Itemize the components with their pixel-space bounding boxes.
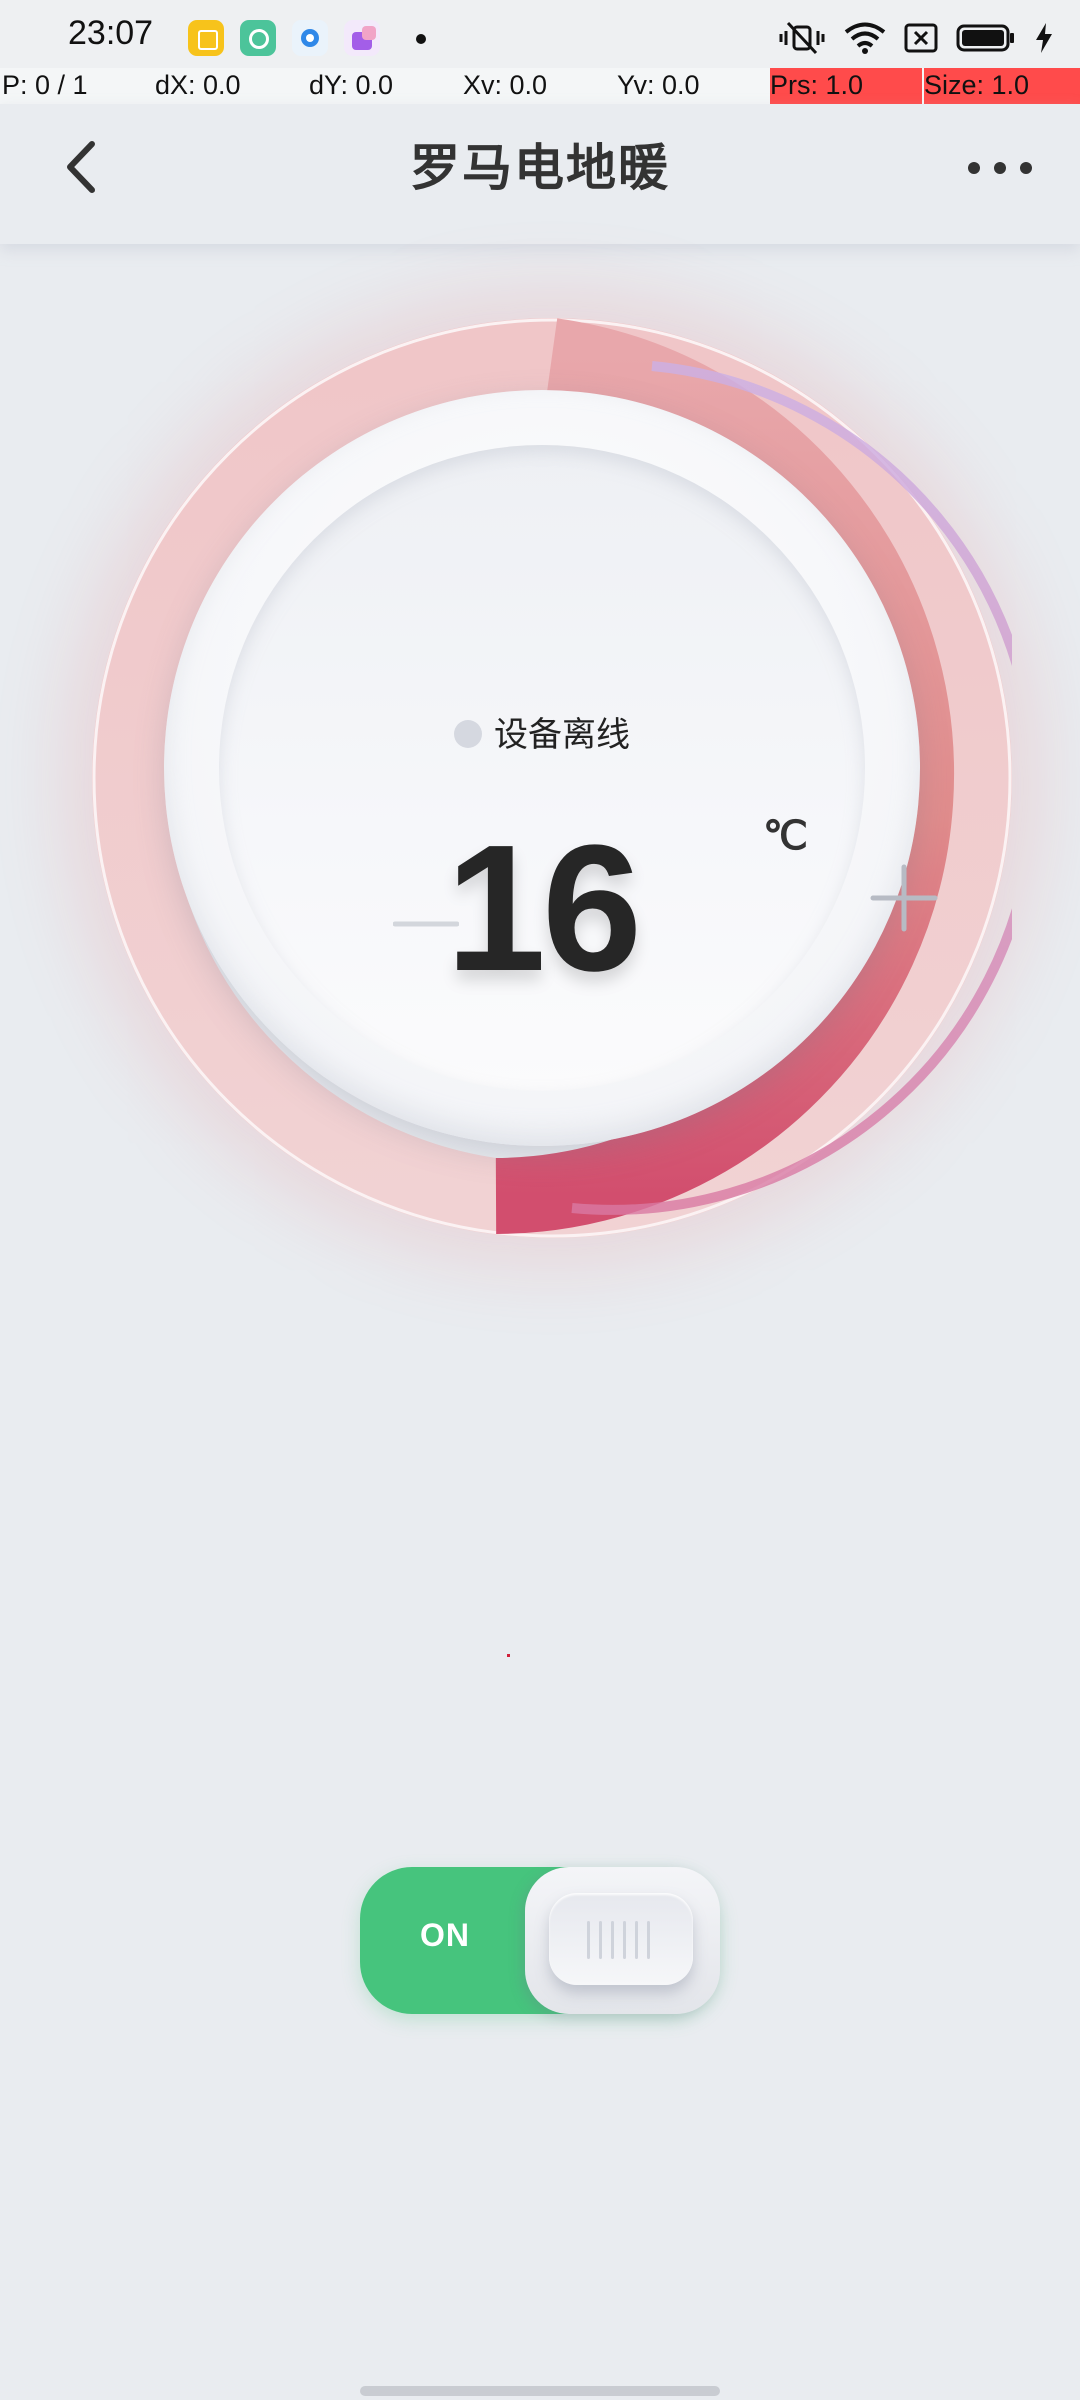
- dial-inner-face: 设备离线 16 ℃: [219, 445, 938, 1091]
- app-screen: 23:07 P: 0 / 1 dX: 0.0 dY: 0.0 Xv: 0.0 Y…: [0, 0, 1080, 2400]
- browser-app-icon: [240, 20, 276, 56]
- power-toggle[interactable]: ON: [360, 1867, 720, 2014]
- page-title: 罗马电地暖: [410, 139, 670, 197]
- toggle-knob[interactable]: [525, 1867, 720, 2014]
- increase-temperature-button[interactable]: [869, 863, 939, 933]
- debug-dy: dY: 0.0: [309, 70, 394, 100]
- vibrate-silent-icon: [779, 21, 825, 55]
- pointer-debug-bar: P: 0 / 1 dX: 0.0 dY: 0.0 Xv: 0.0 Yv: 0.0…: [0, 68, 1080, 104]
- debug-pointer: P: 0 / 1: [2, 70, 88, 100]
- status-bar: 23:07: [0, 0, 1080, 68]
- grip-line: [599, 1921, 602, 1959]
- sim-x-icon: [904, 23, 938, 53]
- grip-line: [647, 1921, 650, 1959]
- plus-icon: [870, 864, 938, 932]
- shopping-app-icon: [344, 20, 380, 56]
- wifi-icon: [844, 22, 886, 54]
- grip-line: [587, 1921, 590, 1959]
- debug-yv: Yv: 0.0: [617, 70, 700, 100]
- circle-app-icon: [292, 20, 328, 56]
- more-dots-icon: [968, 162, 1032, 174]
- battery-icon: [956, 24, 1014, 52]
- device-status-text: 设备离线: [494, 715, 630, 755]
- grip-line: [611, 1921, 614, 1959]
- grip-line: [623, 1921, 626, 1959]
- status-time: 23:07: [68, 14, 154, 52]
- more-options-button[interactable]: [960, 138, 1040, 198]
- home-indicator[interactable]: [360, 2386, 720, 2396]
- toggle-knob-grip: [549, 1893, 693, 1985]
- charging-icon: [1036, 23, 1052, 53]
- app-header: 罗马电地暖: [0, 104, 1080, 244]
- dial-face: 设备离线 16 ℃: [164, 390, 938, 1146]
- debug-xv: Xv: 0.0: [463, 70, 548, 100]
- temperature-unit: ℃: [763, 814, 808, 858]
- thermostat-dial[interactable]: 设备离线 16 ℃: [92, 318, 1012, 1238]
- debug-pressure: Prs: 1.0: [770, 68, 922, 104]
- notes-app-icon: [188, 20, 224, 56]
- offline-indicator-icon: [454, 719, 482, 748]
- debug-size: Size: 1.0: [924, 68, 1080, 104]
- touch-marker: [507, 1654, 510, 1657]
- notification-dot-icon: [416, 34, 426, 44]
- grip-line: [635, 1921, 638, 1959]
- debug-dx: dX: 0.0: [155, 70, 241, 100]
- device-status: 设备离线: [219, 707, 865, 756]
- status-indicators: [778, 18, 1054, 58]
- toggle-label: ON: [420, 1917, 470, 1953]
